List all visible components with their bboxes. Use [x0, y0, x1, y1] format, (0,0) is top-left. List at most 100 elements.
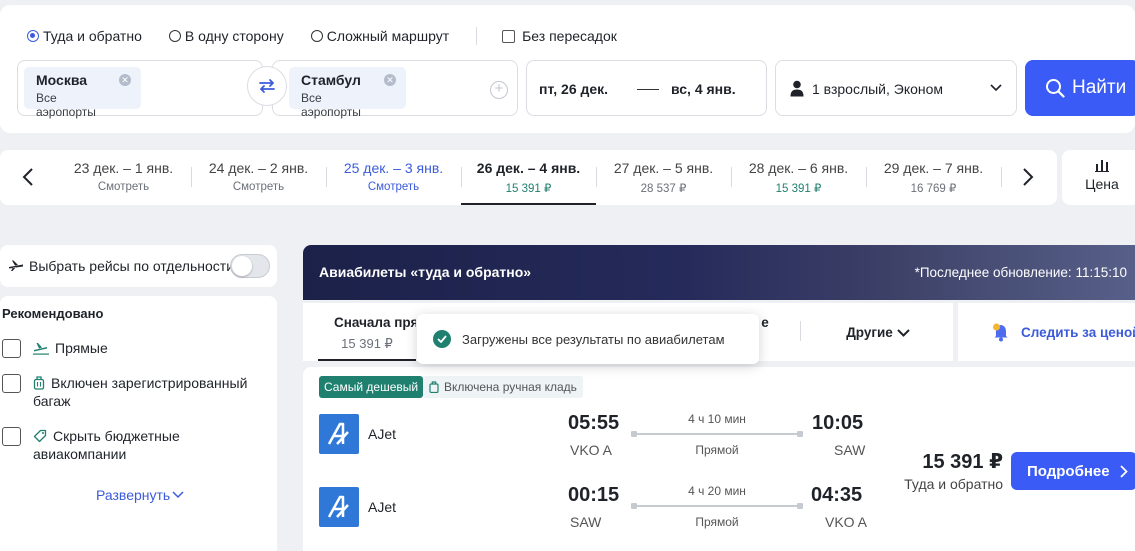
details-button[interactable]: Подробнее [1011, 452, 1135, 490]
chevron-right-icon [1023, 168, 1034, 186]
direct-flight-icon [33, 339, 49, 357]
separate-flights-label: Выбрать рейсы по отдельности [29, 258, 235, 274]
date-option-sub: Смотреть [232, 181, 285, 193]
sort-tab-other[interactable]: Другие [833, 303, 923, 361]
price-calendar-button[interactable]: Цена [1062, 150, 1135, 205]
trip-type-oneway[interactable]: В одну сторону [168, 28, 284, 44]
destination-field[interactable]: Стамбул Все аэропорты ✕ + [272, 60, 518, 119]
tag-icon [33, 427, 47, 445]
hand-luggage-icon [429, 381, 439, 393]
destination-airports: Все аэропорты [301, 91, 361, 119]
date-option-range: 26 дек. – 4 янв. [476, 160, 581, 176]
date-option-selected[interactable]: 26 дек. – 4 янв. 15 391 ₽ [461, 150, 596, 205]
flight-line [631, 503, 803, 509]
destination-city: Стамбул [301, 72, 361, 88]
divider [1001, 167, 1002, 187]
date-option[interactable]: 23 дек. – 1 янв. Смотреть [56, 150, 191, 205]
depart-date: пт, 26 дек. [539, 81, 609, 97]
trip-type-multi-label: Сложный маршрут [326, 28, 450, 44]
origin-city: Москва [36, 72, 88, 88]
date-option-range: 24 дек. – 2 янв. [208, 160, 309, 176]
ticket-card[interactable]: Самый дешевый Включена ручная кладь AJet… [303, 367, 1135, 551]
sort-tab-direct[interactable]: Сначала прям 15 391 ₽ [318, 303, 416, 361]
remove-destination-icon[interactable]: ✕ [384, 74, 396, 86]
arrival-airport: SAW [834, 442, 866, 458]
filter-budget[interactable]: Скрыть бюджетные авиакомпании [2, 427, 262, 463]
date-option-price: 28 537 ₽ [640, 183, 687, 195]
trip-type-round-label: Туда и обратно [43, 28, 142, 44]
filter-budget-label: Скрыть бюджетные авиакомпании [33, 428, 180, 462]
results-banner: Авиабилеты «туда и обратно» *Последнее о… [303, 245, 1135, 300]
checkbox-icon[interactable] [2, 427, 21, 446]
person-icon [790, 80, 804, 97]
date-option-sub: Смотреть [97, 181, 150, 193]
date-option[interactable]: 27 дек. – 5 янв. 28 537 ₽ [596, 150, 731, 205]
departure-time: 05:55 [568, 412, 620, 434]
divider [800, 321, 801, 341]
baggage-icon [33, 374, 45, 392]
date-option-price: 16 769 ₽ [910, 183, 957, 195]
sort-tab-hidden-fragment[interactable]: е [759, 303, 771, 361]
departure-time: 00:15 [568, 484, 620, 506]
add-city-icon[interactable]: + [490, 81, 508, 99]
swap-icon [259, 79, 275, 93]
return-date: вс, 4 янв. [671, 81, 736, 97]
filter-baggage[interactable]: Включен зарегистрированный багаж [2, 374, 262, 410]
last-update: *Последнее обновление: 11:15:10 [914, 265, 1127, 280]
checkbox-icon[interactable] [2, 374, 21, 393]
results-title: Авиабилеты «туда и обратно» [319, 264, 532, 280]
sort-tab-other-label: Другие [846, 325, 893, 340]
plane-icon [9, 260, 23, 271]
date-option-range: 27 дек. – 5 янв. [613, 160, 714, 176]
ajet-logo-icon [327, 422, 349, 445]
destination-chip: Стамбул Все аэропорты ✕ [289, 67, 406, 119]
separate-flights-switch[interactable] [230, 254, 270, 278]
chevron-down-icon [897, 328, 910, 337]
date-option[interactable]: 24 дек. – 2 янв. Смотреть [191, 150, 326, 205]
flight-duration: 4 ч 10 мин [688, 412, 746, 426]
date-option[interactable]: 25 дек. – 3 янв. Смотреть [326, 150, 461, 205]
date-option-range: 28 дек. – 6 янв. [748, 160, 849, 176]
chevron-down-icon [172, 491, 184, 499]
track-price-label: Следить за ценой [1021, 324, 1135, 340]
origin-chip: Москва Все аэропорты ✕ [24, 67, 141, 119]
swap-cities-button[interactable] [247, 66, 287, 106]
dates-field[interactable]: пт, 26 дек. вс, 4 янв. [526, 60, 767, 116]
arrival-time: 10:05 [812, 412, 864, 434]
origin-field[interactable]: Москва Все аэропорты ✕ [17, 60, 263, 119]
sort-tab-price: 15 391 ₽ [341, 336, 393, 351]
date-option[interactable]: 29 дек. – 7 янв. 16 769 ₽ [866, 150, 1001, 205]
find-button[interactable]: Найти [1025, 60, 1135, 116]
date-option-sub: Смотреть [367, 181, 420, 193]
sort-tab-fragment: е [761, 315, 769, 330]
trip-type-round[interactable]: Туда и обратно [27, 28, 142, 44]
remove-origin-icon[interactable]: ✕ [119, 74, 131, 86]
checkbox-icon[interactable] [2, 339, 21, 358]
chevron-down-icon [990, 84, 1002, 92]
search-icon [1046, 79, 1065, 98]
sort-tab-other-wrap: Другие [833, 325, 923, 340]
no-transfers-checkbox[interactable]: Без пересадок [502, 28, 617, 44]
origin-airports: Все аэропорты [36, 91, 96, 119]
check-circle-icon [433, 330, 451, 348]
expand-filters-link[interactable]: Развернуть [96, 487, 184, 503]
airline-logo [319, 487, 359, 527]
passengers-field[interactable]: 1 взрослый, Эконом [775, 60, 1017, 116]
ajet-logo-icon [327, 495, 349, 518]
divider [476, 27, 478, 45]
track-price-button[interactable]: Следить за ценой [958, 303, 1135, 361]
date-option-price: 15 391 ₽ [505, 183, 552, 195]
hand-luggage-badge: Включена ручная кладь [423, 376, 583, 398]
filter-baggage-label: Включен зарегистрированный багаж [33, 375, 248, 409]
trip-type-multi[interactable]: Сложный маршрут [310, 28, 450, 44]
prev-dates-button[interactable] [17, 166, 39, 188]
filter-direct[interactable]: Прямые [2, 339, 108, 358]
next-dates-button[interactable] [1017, 166, 1039, 188]
ticket-price-note: Туда и обратно [904, 476, 1003, 492]
airline-name: AJet [368, 426, 397, 442]
separate-flights-toggle[interactable]: Выбрать рейсы по отдельности [0, 245, 277, 287]
radio-unchecked-icon [168, 30, 181, 42]
find-button-label: Найти [1072, 77, 1127, 98]
arrival-airport: VKO A [825, 514, 868, 530]
date-option[interactable]: 28 дек. – 6 янв. 15 391 ₽ [731, 150, 866, 205]
